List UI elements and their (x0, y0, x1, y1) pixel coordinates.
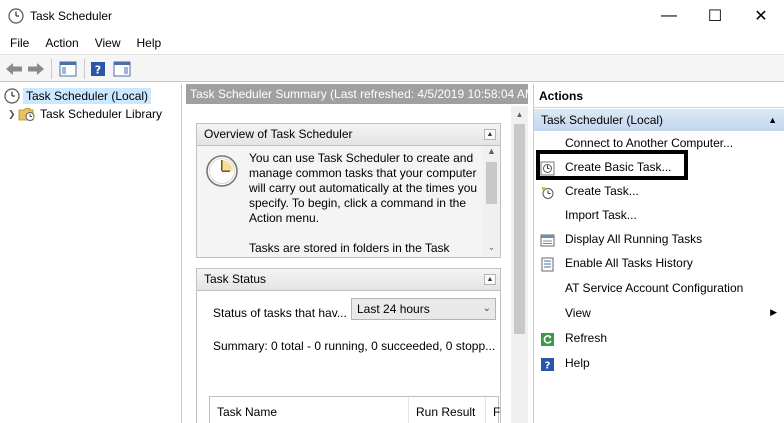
title-bar: Task Scheduler — ☐ ✕ (0, 0, 784, 33)
show-hide-console-tree-button[interactable] (57, 58, 79, 80)
show-hide-action-pane-button[interactable] (111, 58, 133, 80)
menu-view[interactable]: View (87, 33, 129, 53)
tree-item-task-scheduler-local[interactable]: Task Scheduler (Local) (4, 87, 152, 105)
overview-scrollbar[interactable]: ▲ ⌄ (483, 146, 500, 257)
overview-body: You can use Task Scheduler to create and… (197, 146, 483, 257)
scroll-up-icon[interactable]: ▲ (511, 106, 528, 123)
tree-item-label: Task Scheduler (Local) (23, 88, 152, 104)
action-label: Import Task... (565, 208, 637, 222)
minimize-button[interactable]: — (646, 0, 692, 32)
chevron-right-icon[interactable]: ❯ (8, 109, 18, 120)
task-status-section-title[interactable]: Task Status ▲ (197, 269, 500, 291)
back-arrow-icon (6, 63, 22, 75)
action-label: Enable All Tasks History (565, 256, 693, 270)
action-create-task[interactable]: Create Task... (534, 181, 784, 203)
actions-group-label: Task Scheduler (Local) (541, 113, 664, 127)
column-header-task-name[interactable]: Task Name (210, 397, 409, 423)
menu-help[interactable]: Help (129, 33, 170, 53)
folder-clock-icon (18, 108, 35, 121)
action-enable-all-tasks-history[interactable]: Enable All Tasks History (534, 253, 784, 275)
action-import-task[interactable]: Import Task... (534, 205, 784, 227)
summary-header: Task Scheduler Summary (Last refreshed: … (186, 84, 528, 104)
console-tree-pane: Task Scheduler (Local) ❯ Task Scheduler … (0, 84, 182, 423)
collapse-icon[interactable]: ▲ (484, 129, 496, 140)
scroll-up-icon[interactable]: ▲ (483, 146, 500, 161)
column-header-truncated[interactable]: F (486, 397, 500, 423)
action-label: AT Service Account Configuration (565, 281, 744, 295)
actions-group-task-scheduler-local[interactable]: Task Scheduler (Local) ▲ (534, 109, 784, 131)
action-label: Help (565, 356, 590, 370)
tree-item-task-scheduler-library[interactable]: ❯ Task Scheduler Library (8, 105, 162, 123)
action-label: View (565, 306, 591, 320)
overview-section: Overview of Task Scheduler ▲ You can use… (196, 123, 501, 258)
menu-action[interactable]: Action (37, 33, 86, 53)
overview-section-title[interactable]: Overview of Task Scheduler ▲ (197, 124, 500, 146)
action-at-service-account-configuration[interactable]: AT Service Account Configuration (534, 278, 784, 300)
action-display-all-running-tasks[interactable]: Display All Running Tasks (534, 229, 784, 251)
menu-file[interactable]: File (0, 33, 37, 53)
actions-header: Actions (534, 84, 784, 108)
show-hide-console-tree-icon (59, 61, 77, 77)
display-running-tasks-icon (540, 234, 555, 247)
help-button[interactable]: ? (89, 58, 107, 80)
overview-paragraph: You can use Task Scheduler to create and… (249, 151, 478, 225)
toolbar-separator (84, 59, 85, 79)
collapse-icon[interactable]: ▲ (484, 274, 496, 285)
status-period-value: Last 24 hours (357, 302, 430, 316)
action-help[interactable]: ? Help (534, 353, 784, 375)
help-icon: ? (541, 358, 554, 372)
overview-text: You can use Task Scheduler to create and… (249, 151, 479, 257)
create-task-icon (542, 187, 554, 199)
column-header-run-result[interactable]: Run Result (409, 397, 486, 423)
forward-button[interactable] (26, 58, 46, 80)
help-icon: ? (91, 62, 105, 77)
action-refresh[interactable]: Refresh (534, 328, 784, 350)
task-status-section: Task Status ▲ Status of tasks that hav..… (196, 268, 501, 423)
refresh-icon (541, 333, 554, 346)
forward-arrow-icon (28, 63, 44, 75)
svg-text:?: ? (95, 64, 101, 77)
collapse-up-icon[interactable]: ▲ (768, 109, 777, 131)
toolbar-separator (51, 59, 52, 79)
summary-scrollbar[interactable]: ▲ (511, 106, 528, 423)
overview-paragraph: Tasks are stored in folders in the Task (249, 241, 450, 255)
scrollbar-thumb[interactable] (486, 162, 497, 204)
toolbar: ? (0, 54, 784, 82)
scroll-down-icon[interactable]: ⌄ (483, 242, 500, 257)
menu-bar: File Action View Help (0, 33, 784, 53)
action-label: Display All Running Tasks (565, 232, 703, 246)
task-status-title-label: Task Status (204, 272, 267, 286)
tree-item-label: Task Scheduler Library (40, 107, 163, 121)
maximize-button[interactable]: ☐ (692, 0, 738, 32)
summary-pane: Task Scheduler Summary (Last refreshed: … (186, 84, 528, 423)
action-label: Refresh (565, 331, 608, 345)
action-view[interactable]: View ▶ (534, 303, 784, 325)
scrollbar-thumb[interactable] (514, 124, 525, 334)
task-status-table: Task Name Run Result F (209, 396, 500, 423)
submenu-arrow-icon: ▶ (770, 307, 777, 317)
action-label: Connect to Another Computer... (565, 136, 734, 150)
svg-text:?: ? (545, 361, 551, 372)
large-clock-icon (206, 155, 238, 187)
minimize-icon: — (661, 7, 677, 24)
task-scheduler-clock-icon (8, 8, 24, 24)
back-button[interactable] (4, 58, 24, 80)
maximize-icon: ☐ (707, 8, 723, 25)
tasks-history-icon (541, 257, 554, 272)
clock-icon (4, 88, 20, 104)
show-hide-action-pane-icon (113, 61, 131, 77)
status-period-select[interactable]: Last 24 hours ⌄ (351, 298, 496, 320)
action-label: Create Task... (565, 184, 639, 198)
close-button[interactable]: ✕ (738, 0, 784, 32)
window-title: Task Scheduler (30, 9, 113, 23)
status-summary: Summary: 0 total - 0 running, 0 succeede… (213, 339, 496, 353)
actions-pane: Actions Task Scheduler (Local) ▲ Connect… (533, 84, 784, 423)
chevron-down-icon: ⌄ (482, 303, 491, 314)
close-icon: ✕ (754, 8, 768, 25)
highlight-annotation-box (536, 150, 688, 180)
status-filter-label: Status of tasks that hav... (213, 306, 347, 320)
overview-title-label: Overview of Task Scheduler (204, 127, 353, 141)
